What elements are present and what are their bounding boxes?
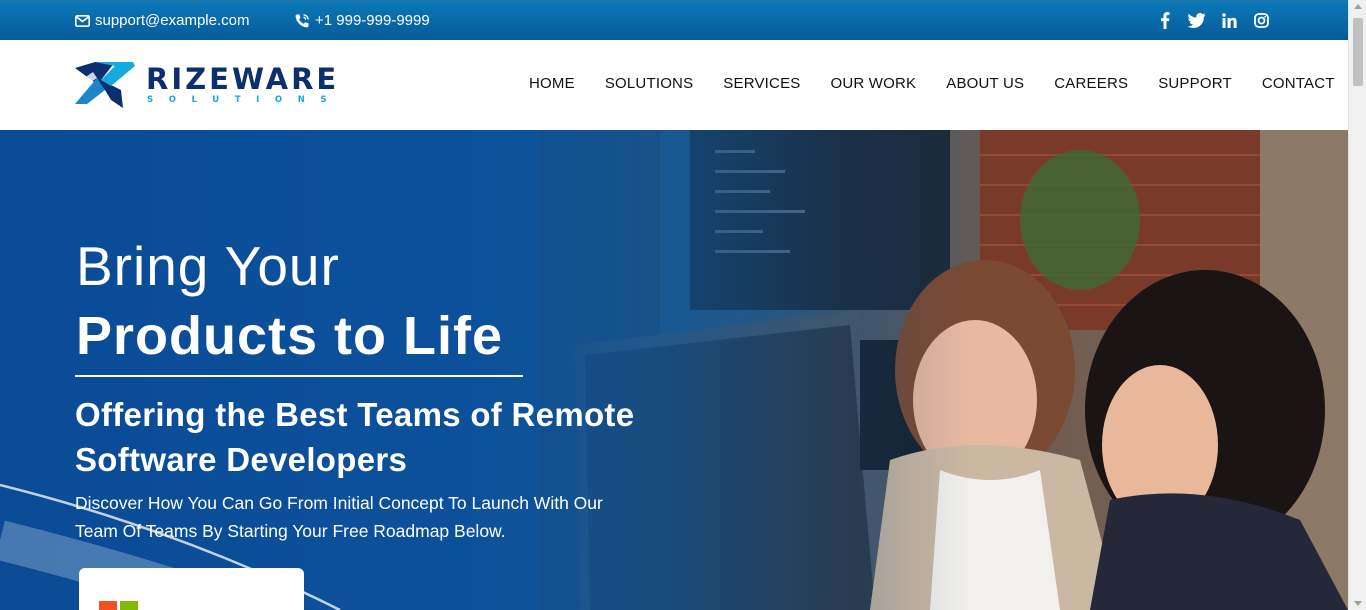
logo-tagline: SOLUTIONS [147,95,343,105]
scroll-down-arrow-icon[interactable] [1354,601,1362,606]
nav-about-us[interactable]: ABOUT US [946,75,1024,92]
social-links [1156,11,1270,29]
phone-link[interactable]: +1 999-999-9999 [294,12,430,29]
nav-solutions[interactable]: SOLUTIONS [605,75,693,92]
main-nav: HOME SOLUTIONS SERVICES OUR WORK ABOUT U… [529,75,1335,92]
nav-services[interactable]: SERVICES [723,75,800,92]
envelope-icon [75,14,90,27]
logo-brand: RIZEWARE [146,62,340,96]
hero-description: Discover How You Can Go From Initial Con… [75,493,603,541]
hero-title-line2: Products to Life [76,306,504,366]
phone-icon [294,13,310,29]
scroll-thumb[interactable] [1353,18,1363,86]
hero-title-line1: Bring Your [76,235,340,297]
logo[interactable]: RIZEWARE SOLUTIONS [75,58,355,112]
nav-careers[interactable]: CAREERS [1054,75,1128,92]
hero-subtitle: Offering the Best Teams of Remote Softwa… [75,396,635,478]
site-header: RIZEWARE SOLUTIONS HOME SOLUTIONS SERVIC… [0,40,1348,130]
twitter-icon[interactable] [1188,11,1206,29]
instagram-icon[interactable] [1252,11,1270,29]
top-bar: support@example.com +1 999-999-9999 [0,0,1348,40]
page-scrollbar[interactable] [1348,0,1366,610]
partner-card[interactable] [79,568,304,610]
microsoft-logo-icon [99,601,138,610]
phone-text: +1 999-999-9999 [315,12,430,29]
email-text: support@example.com [95,12,250,29]
email-link[interactable]: support@example.com [75,12,249,29]
title-underline [75,375,523,377]
nav-contact[interactable]: CONTACT [1262,75,1335,92]
nav-home[interactable]: HOME [529,75,575,92]
scroll-up-arrow-icon[interactable] [1354,4,1362,9]
logo-mark-icon [75,62,135,108]
hero-section: Bring Your Products to Life Offering the… [0,130,1348,610]
nav-support[interactable]: SUPPORT [1158,75,1232,92]
linkedin-icon[interactable] [1220,11,1238,29]
facebook-icon[interactable] [1156,11,1174,29]
nav-our-work[interactable]: OUR WORK [830,75,916,92]
